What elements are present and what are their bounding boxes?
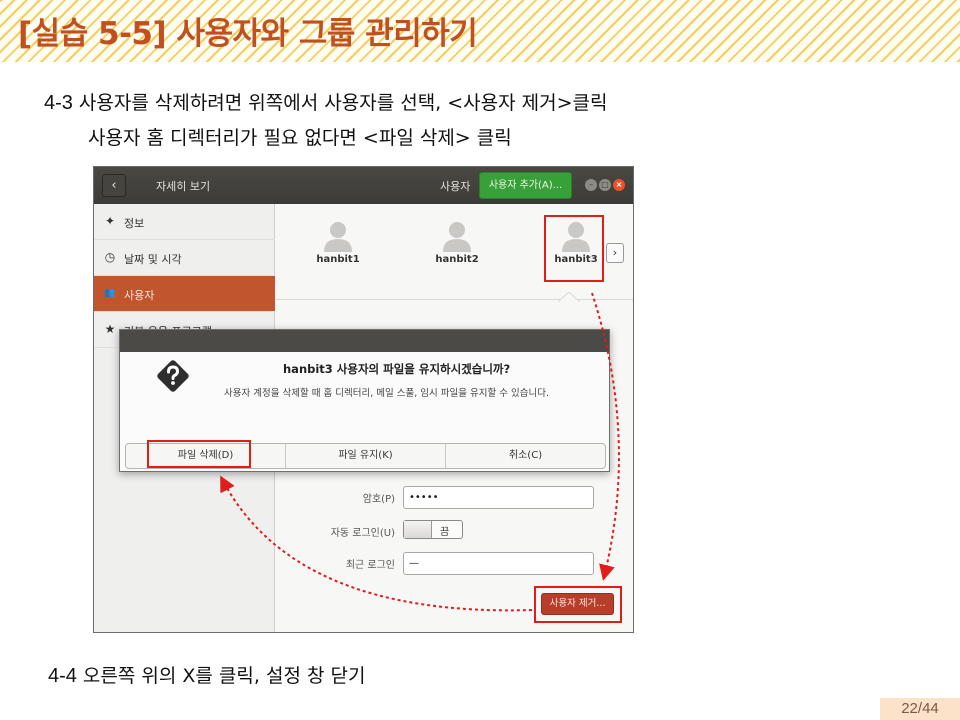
- step-number: 4-4: [48, 665, 77, 687]
- step-4-4: 4-4 오른쪽 위의 X를 클릭, 설정 창 닫기: [48, 661, 365, 688]
- step-text: 사용자 홈 디렉터리가 필요 없다면 <파일 삭제> 클릭: [88, 127, 512, 149]
- step-4-3: 4-3 사용자를 삭제하려면 위쪽에서 사용자를 선택, <사용자 제거>클릭: [44, 88, 608, 115]
- settings-window-screenshot: ‹ 자세히 보기 사용자 사용자 추가(A)... – □ × ✦ 정보 ◷ 날…: [93, 166, 634, 633]
- step-text: 사용자를 삭제하려면 위쪽에서 사용자를 선택, <사용자 제거>클릭: [78, 92, 608, 114]
- annotation-arrows: [220, 292, 620, 612]
- slide-header: [실습 5-5] 사용자와 그룹 관리하기: [0, 0, 960, 62]
- slide-title: [실습 5-5] 사용자와 그룹 관리하기: [18, 16, 478, 52]
- arrow-remove-to-delete: [220, 475, 533, 612]
- step-text: 오른쪽 위의 X를 클릭, 설정 창 닫기: [82, 665, 366, 687]
- step-number: 4-3: [44, 92, 73, 114]
- step-4-3-continued: 사용자 홈 디렉터리가 필요 없다면 <파일 삭제> 클릭: [88, 123, 512, 150]
- arrow-user-to-remove: [591, 292, 620, 581]
- page-number: 22/44: [880, 698, 960, 720]
